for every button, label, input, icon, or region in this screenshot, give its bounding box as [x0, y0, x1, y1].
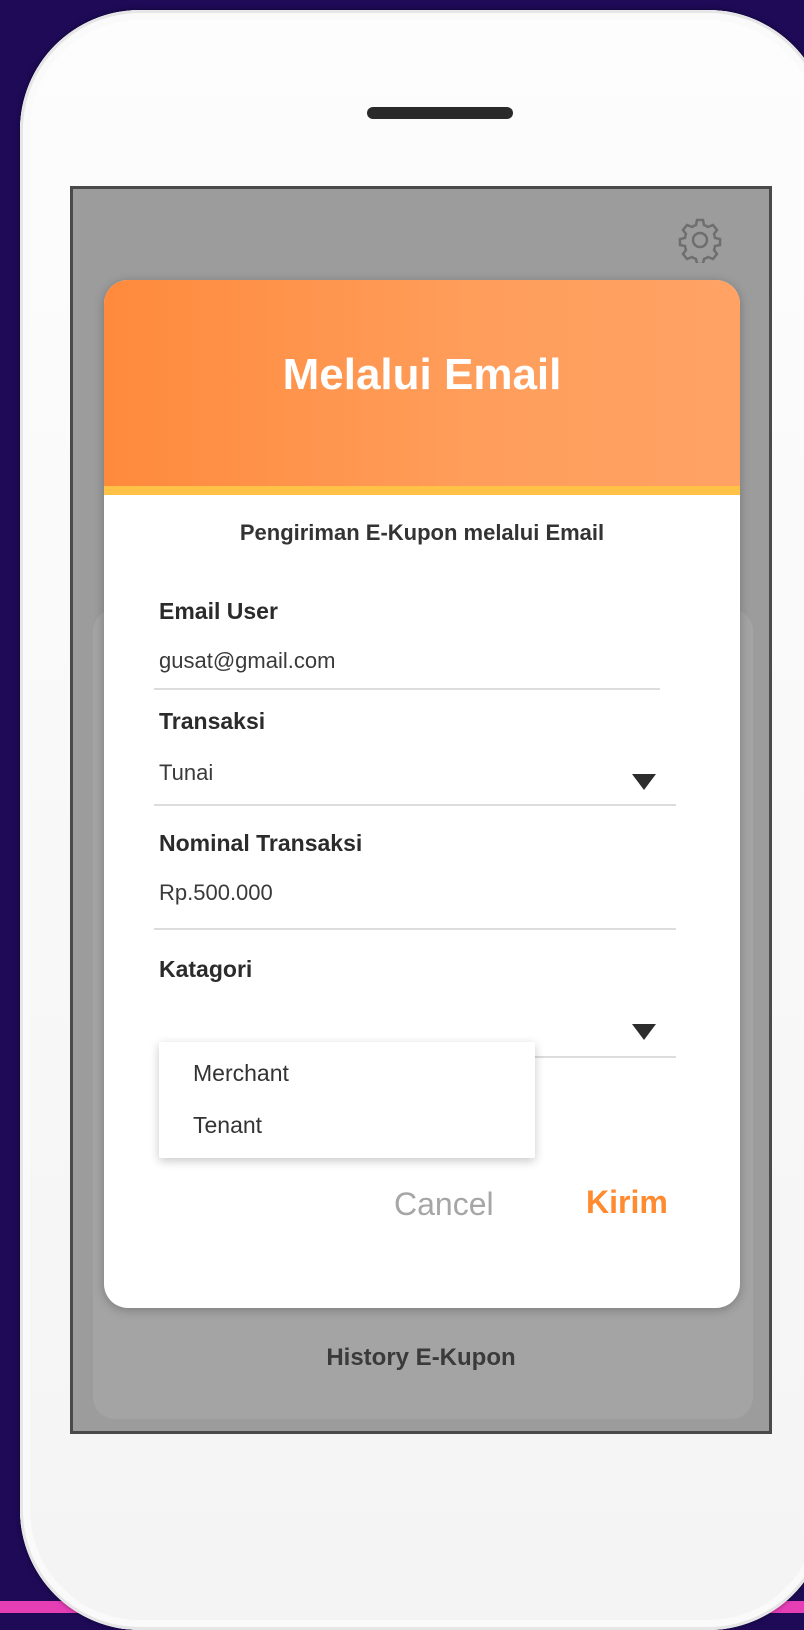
- phone-speaker: [367, 107, 513, 119]
- category-label: Katagori: [159, 956, 253, 982]
- email-field[interactable]: gusat@gmail.com: [159, 648, 335, 674]
- caret-down-icon[interactable]: [632, 1024, 656, 1040]
- nominal-field[interactable]: Rp.500.000: [159, 880, 273, 906]
- transaction-select[interactable]: Tunai: [159, 760, 213, 786]
- send-button[interactable]: Kirim: [586, 1184, 668, 1221]
- caret-down-icon[interactable]: [632, 774, 656, 790]
- transaction-underline: [154, 804, 676, 806]
- category-underline: [534, 1056, 676, 1058]
- dialog-title: Melalui Email: [282, 350, 562, 399]
- cancel-button[interactable]: Cancel: [394, 1186, 494, 1223]
- history-e-kupon-label[interactable]: History E-Kupon: [73, 1344, 769, 1372]
- menu-item-tenant[interactable]: Tenant: [193, 1112, 262, 1139]
- email-dialog: Melalui Email Pengiriman E-Kupon melalui…: [104, 280, 740, 1308]
- nominal-underline: [154, 928, 676, 930]
- email-underline: [154, 688, 660, 690]
- nominal-label: Nominal Transaksi: [159, 830, 363, 856]
- category-dropdown-menu: Merchant Tenant: [159, 1042, 535, 1158]
- email-label: Email User: [159, 598, 278, 624]
- gear-icon[interactable]: [677, 217, 723, 266]
- transaction-label: Transaksi: [159, 708, 266, 734]
- menu-item-merchant[interactable]: Merchant: [193, 1060, 289, 1087]
- dialog-subtitle: Pengiriman E-Kupon melalui Email: [239, 520, 605, 545]
- dialog-header: Melalui Email: [104, 280, 740, 495]
